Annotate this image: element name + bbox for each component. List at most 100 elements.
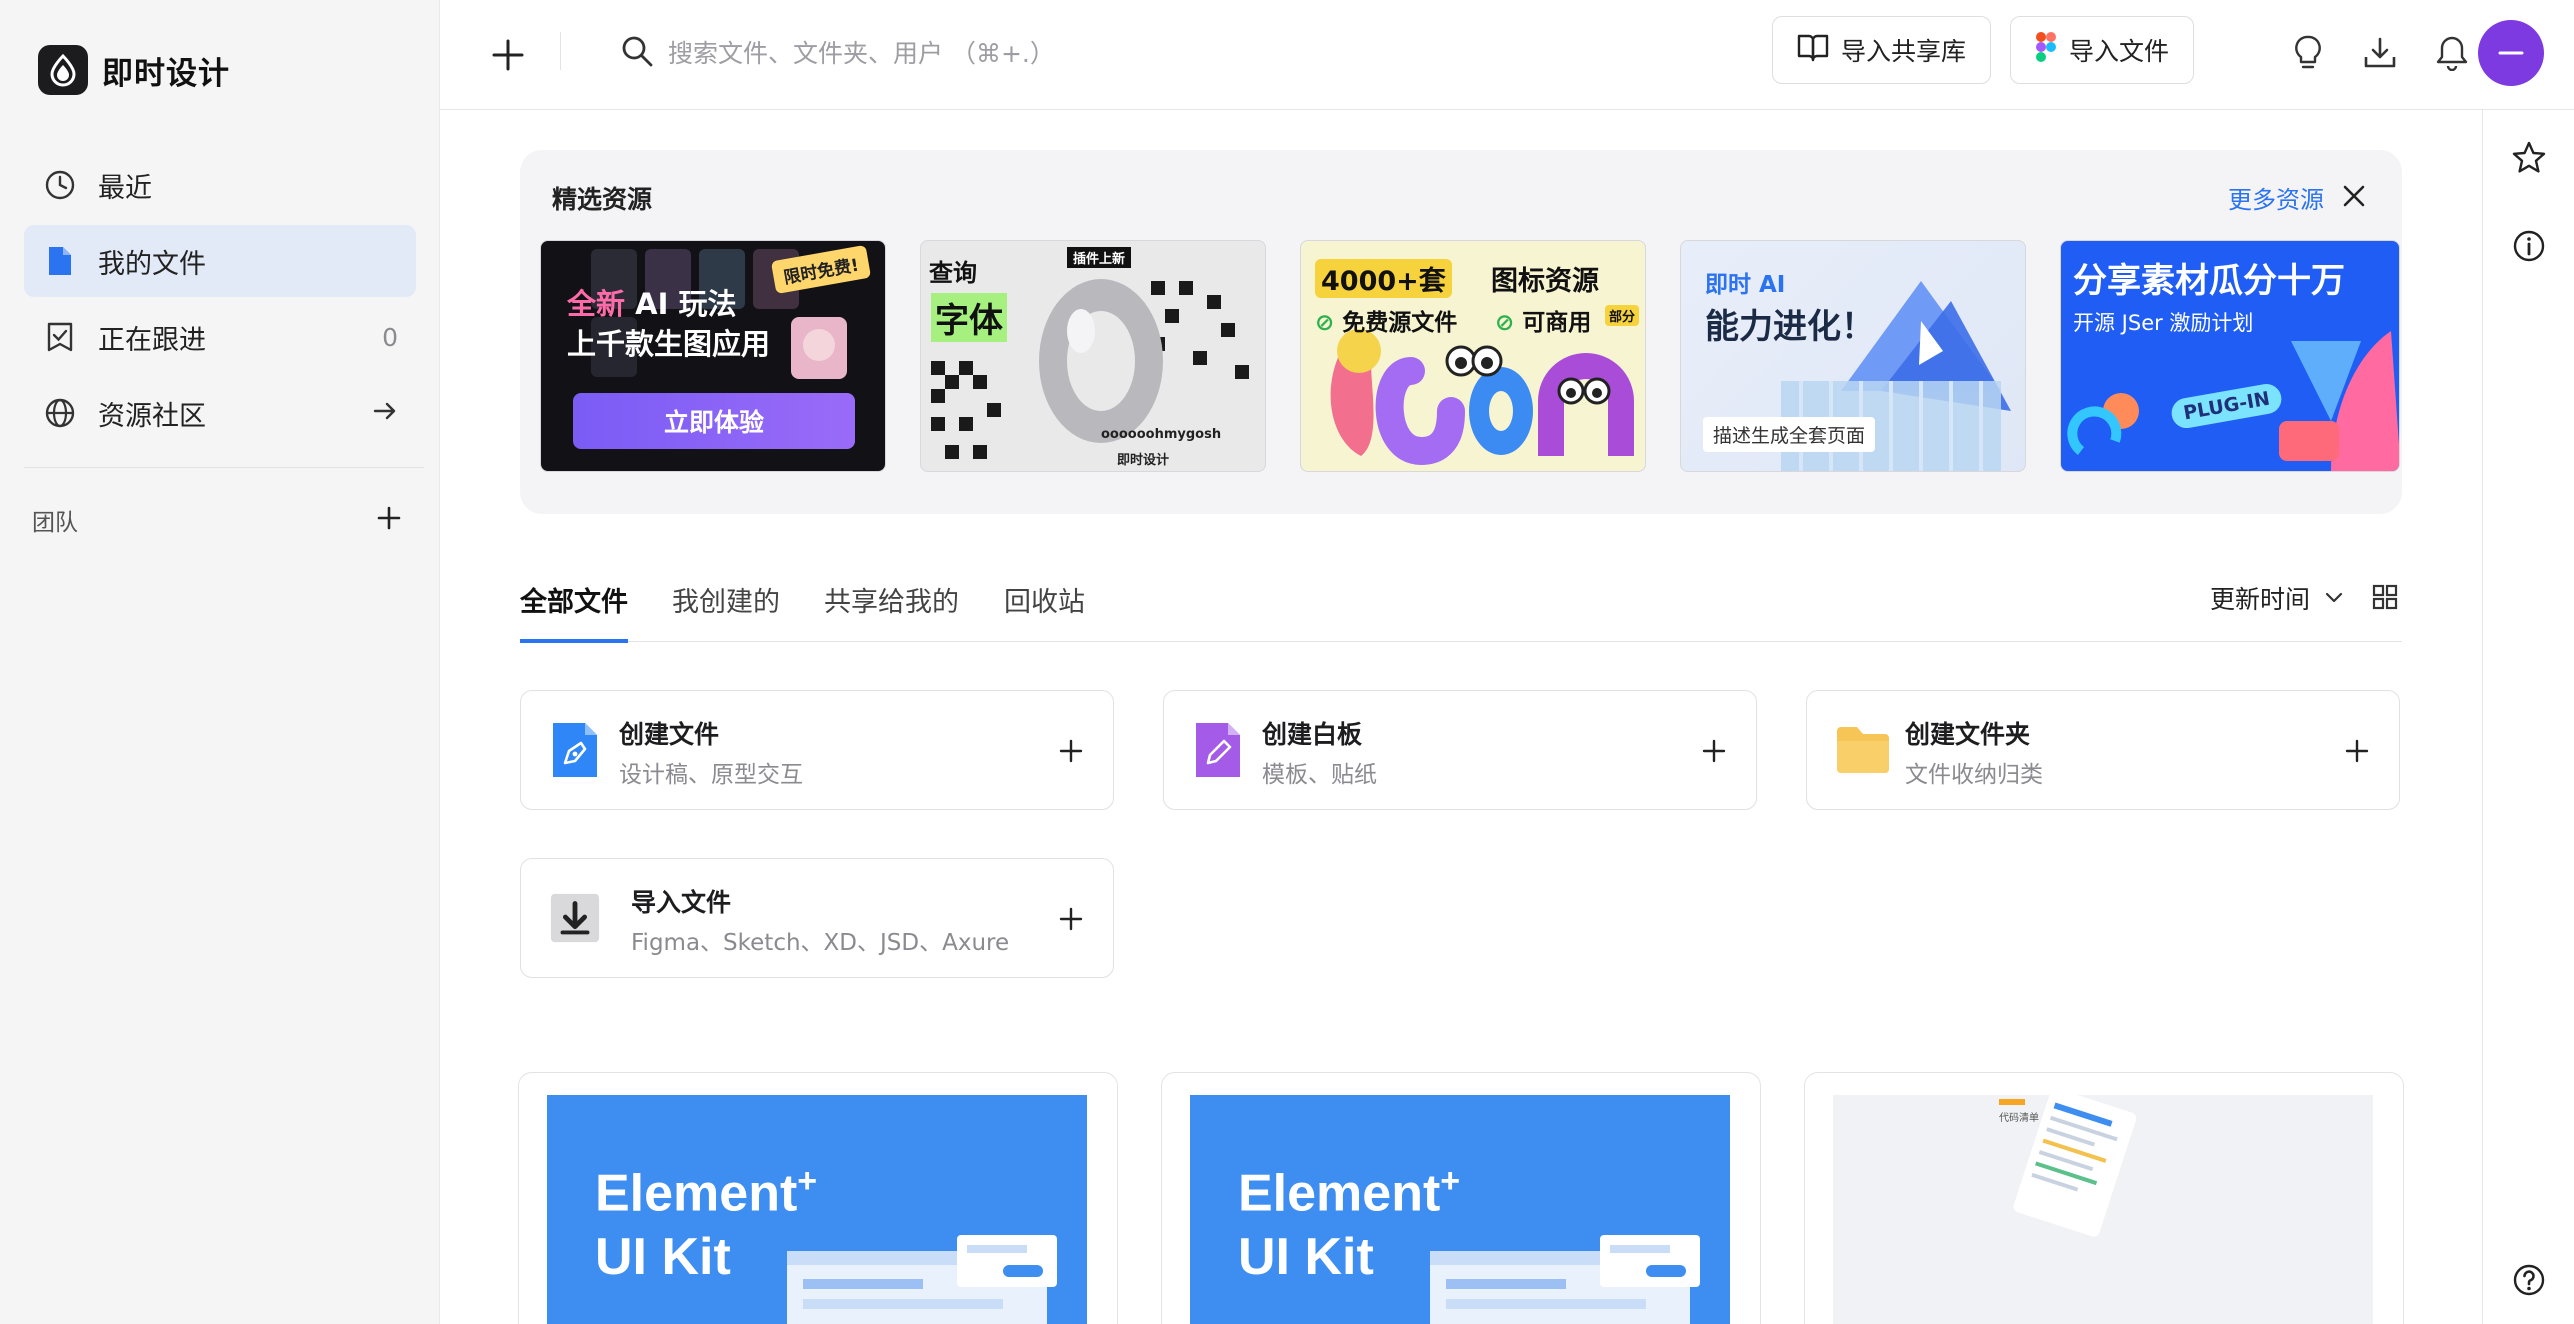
try-now-button[interactable]: 立即体验 [573, 393, 855, 449]
info-button[interactable] [2503, 220, 2555, 272]
import-file-label: 导入文件 [2069, 37, 2170, 66]
font-card-font: 字体 [931, 293, 1007, 342]
search-icon [620, 34, 654, 72]
import-file-subtitle: Figma、Sketch、XD、JSD、Axure [631, 930, 1010, 956]
favorite-button[interactable] [2503, 132, 2555, 184]
ai-card-line1: 全新 AI 玩法 [567, 287, 737, 321]
figma-icon [2035, 31, 2057, 69]
create-whiteboard-card[interactable]: 创建白板 模板、贴纸 [1163, 690, 1757, 810]
add-team-button[interactable] [376, 505, 402, 535]
new-button[interactable] [480, 27, 536, 83]
sidebar-item-following[interactable]: 正在跟进 0 [24, 301, 416, 373]
font-card-credit2: 即时设计 [1117, 453, 1170, 468]
import-file-button[interactable]: 导入文件 [2010, 16, 2195, 84]
file-card[interactable]: Element+ UI Kit [1161, 1072, 1761, 1324]
lightbulb-icon [2295, 35, 2321, 69]
create-folder-card[interactable]: 创建文件夹 文件收纳归类 [1806, 690, 2400, 810]
sidebar-divider [24, 467, 424, 468]
resource-card-share[interactable]: 分享素材瓜分十万 开源 JSer 激励计划 PLUG-IN [2060, 240, 2400, 472]
file-icon [42, 243, 78, 279]
featured-title: 精选资源 [552, 185, 653, 214]
app-name: 即时设计 [102, 55, 230, 92]
tab-all-files[interactable]: 全部文件 [520, 580, 628, 643]
brand[interactable]: 即时设计 [38, 44, 230, 96]
sidebar-item-label: 资源社区 [98, 400, 206, 432]
create-file-subtitle: 设计稿、原型交互 [619, 762, 803, 788]
plus-icon [2339, 733, 2375, 769]
sidebar-item-label: 我的文件 [98, 248, 206, 280]
create-whiteboard-title: 创建白板 [1262, 720, 1363, 749]
ui-kit-preview [1430, 1235, 1700, 1324]
app-logo-icon [38, 45, 88, 95]
pen-file-icon [549, 719, 601, 781]
top-bar: 导入共享库 导入文件 [440, 0, 2574, 110]
downloads-button[interactable] [2354, 27, 2406, 79]
tab-created-by-me[interactable]: 我创建的 [672, 580, 780, 639]
font-card-plugin-tag: 插件上新 [1067, 247, 1132, 268]
icon-card-partial: 部分 [1605, 305, 1640, 326]
resource-card-font[interactable]: 查询 插件上新 字体 oooooohmygosh 即时设计 [920, 240, 1266, 472]
ui-kit-preview [787, 1235, 1057, 1324]
create-file-card[interactable]: 创建文件 设计稿、原型交互 [520, 690, 1114, 810]
grid-icon [2372, 584, 2398, 610]
whiteboard-pencil-icon [1192, 719, 1244, 781]
plus-icon [377, 506, 401, 530]
help-icon [2513, 1264, 2545, 1296]
font-card-query: 查询 [929, 259, 977, 287]
following-count: 0 [382, 322, 398, 352]
tab-trash[interactable]: 回收站 [1004, 580, 1085, 639]
plus-icon [1053, 733, 1089, 769]
sort-label: 更新时间 [2209, 585, 2310, 614]
resource-card-icons[interactable]: 4000+套 图标资源 ⊘ 免费源文件 ⊘ 可商用 部分 [1300, 240, 1646, 472]
sidebar-item-my-files[interactable]: 我的文件 [24, 225, 416, 297]
search-input[interactable] [668, 38, 1268, 68]
sidebar-item-label: 正在跟进 [98, 324, 206, 356]
file-tabs: 全部文件 我创建的 共享给我的 回收站 更新时间 [520, 570, 2402, 643]
sidebar-nav: 最近 我的文件 正在跟进 0 资源社区 [24, 149, 416, 453]
icon-card-count: 4000+套 [1315, 259, 1452, 298]
plus-icon [492, 39, 524, 71]
grid-view-toggle[interactable] [2368, 580, 2402, 614]
ai-evolution-brand: 即时 AI [1705, 272, 1786, 298]
import-file-card[interactable]: 导入文件 Figma、Sketch、XD、JSD、Axure [520, 858, 1114, 978]
featured-resources: 精选资源 更多资源 限时免费! 全新 AI 玩法 上千款生图应用 立即体验 查询… [520, 150, 2402, 514]
ai-evolution-caption: 描述生成全套页面 [1703, 417, 1876, 452]
import-library-button[interactable]: 导入共享库 [1772, 16, 1992, 84]
clock-icon [42, 167, 78, 203]
sidebar-item-recent[interactable]: 最近 [24, 149, 416, 221]
help-button[interactable] [2503, 1254, 2555, 1306]
download-icon [2364, 37, 2396, 68]
resource-card-ai-evolution[interactable]: 即时 AI 能力进化！ 描述生成全套页面 [1680, 240, 2026, 472]
icon-card-check1: ⊘ 免费源文件 [1315, 310, 1458, 336]
icon-card-check2: ⊘ 可商用 [1495, 310, 1592, 336]
tips-button[interactable] [2282, 27, 2334, 79]
plus-icon [1696, 733, 1732, 769]
team-label: 团队 [32, 510, 78, 536]
close-icon [2343, 185, 2365, 207]
notifications-button[interactable] [2426, 27, 2478, 79]
resource-card-ai[interactable]: 限时免费! 全新 AI 玩法 上千款生图应用 立即体验 [540, 240, 886, 472]
toolbar-divider [560, 32, 561, 70]
info-icon [2513, 230, 2545, 262]
file-thumbnail: Element+ UI Kit [547, 1095, 1087, 1324]
file-card[interactable]: 代码清单 [1804, 1072, 2404, 1324]
ai-evolution-headline: 能力进化！ [1705, 307, 1875, 347]
file-thumbnail: Element+ UI Kit [1190, 1095, 1730, 1324]
sidebar-item-label: 最近 [98, 172, 152, 204]
search-bar[interactable] [620, 24, 1320, 82]
more-resources-link[interactable]: 更多资源 [2228, 180, 2324, 215]
chevron-down-icon [2325, 592, 2343, 603]
file-card[interactable]: Element+ UI Kit [518, 1072, 1118, 1324]
code-list-thumb-text: 代码清单 [1999, 1113, 2039, 1124]
avatar[interactable] [2478, 20, 2544, 86]
tab-shared-with-me[interactable]: 共享给我的 [824, 580, 959, 639]
close-featured-button[interactable] [2336, 178, 2372, 214]
star-icon [2512, 141, 2546, 173]
icon-card-title: 图标资源 [1491, 266, 1599, 297]
sidebar-item-community[interactable]: 资源社区 [24, 377, 416, 449]
share-card-headline: 分享素材瓜分十万 [2073, 261, 2345, 301]
sort-dropdown[interactable]: 更新时间 [2210, 580, 2344, 616]
right-rail [2482, 110, 2574, 1324]
globe-icon [42, 395, 78, 431]
create-whiteboard-subtitle: 模板、贴纸 [1262, 762, 1377, 788]
